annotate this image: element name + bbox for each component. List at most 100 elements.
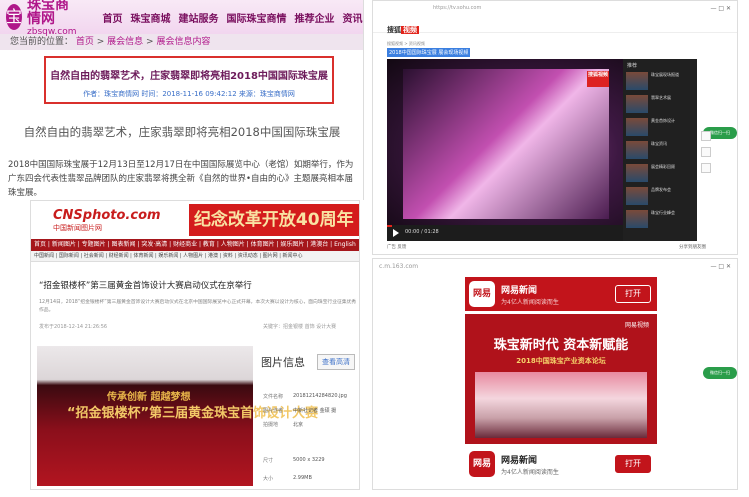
site-header: 宝 珠宝商情网 zbsqw.com 首页 珠宝商城 建站服务 国际珠宝商情 推荐… [0, 0, 363, 37]
thumbnail [626, 210, 648, 228]
brand-tag: 视频 [401, 26, 419, 34]
secondary-menu[interactable]: 中国新闻 | 国际新闻 | 社会新闻 | 财经新闻 | 体育新闻 | 娱乐新闻 … [31, 251, 359, 262]
breadcrumb-home[interactable]: 首页 [76, 37, 94, 47]
share-link[interactable]: 分享到朋友圈 [679, 244, 706, 250]
video-headline: 珠宝新时代 资本新赋能 [493, 338, 629, 353]
news-video[interactable]: 网易视频 珠宝新时代 资本新赋能 2018中国珠宝产业资本论坛 [465, 314, 657, 444]
tool-button[interactable] [701, 147, 711, 157]
list-item-title: 珠宝行业峰会 [651, 210, 675, 215]
thumbnail [626, 187, 648, 205]
nav-item-mall[interactable]: 珠宝商城 [130, 10, 170, 25]
article-keywords: 关键字：招金银楼 首饰 设计大赛 [263, 324, 337, 330]
article-title: 自然自由的翡翠艺术，庄家翡翠即将亮相2018中国国际珠宝展 [50, 71, 328, 82]
forum-stage-image [475, 372, 647, 438]
reform-banner: 纪念改革开放40周年 [188, 204, 359, 236]
breadcrumb[interactable]: 搜狐视频 > 资讯视频 [387, 41, 425, 47]
info-value: 5000 x 3229 [293, 457, 325, 463]
info-label: 拍摄地 [263, 422, 279, 428]
open-app-button[interactable]: 打开 [615, 455, 651, 473]
list-item[interactable]: 展会精彩回顾 [626, 164, 694, 184]
list-item-title: 翡翠艺术展 [651, 95, 671, 100]
site-logo[interactable]: 珠宝商情网 zbsqw.com [27, 0, 76, 37]
article-date: 发布于2018-12-14 21:26:56 [39, 324, 108, 330]
article-meta: 作者：珠宝商情网 时间：2018-11-16 09:42:12 来源：珠宝商情网 [83, 90, 295, 98]
breadcrumb-expo[interactable]: 展会信息 [107, 37, 143, 47]
time-display: 00:00 / 01:28 [405, 229, 439, 235]
info-label: 大小 [263, 476, 274, 482]
app-slogan: 为4亿人新闻阅读而生 [501, 469, 559, 476]
view-hd-button[interactable]: 查看高清 [317, 354, 355, 370]
video-title: 2018中国国际珠宝展 展会现场视频 [387, 48, 471, 57]
cns-logo[interactable]: CNSphoto.com 中国新闻图片网 [53, 208, 161, 233]
app-download-banner: 网易 网易新闻 为4亿人新闻阅读而生 打开 [465, 277, 657, 311]
info-value: 北京 [293, 422, 304, 428]
netease-logo-icon: 网易 [469, 281, 495, 307]
info-label: 尺寸 [263, 458, 274, 464]
play-icon[interactable] [393, 229, 399, 237]
list-item[interactable]: 珠宝行业峰会 [626, 210, 694, 230]
highlighted-title-box: 自然自由的翡翠艺术，庄家翡翠即将亮相2018中国国际珠宝展 作者：珠宝商情网 时… [44, 56, 334, 104]
article-subtitle: 自然自由的翡翠艺术，庄家翡翠即将亮相2018中国国际珠宝展 [23, 125, 341, 139]
info-value: 2.99MB [293, 475, 312, 481]
nav-item-companies[interactable]: 推荐企业 [294, 10, 334, 25]
photo-slogan: 传承创新 超越梦想 [107, 392, 191, 403]
thumbnail [626, 95, 648, 113]
nav-item-home[interactable]: 首页 [102, 10, 122, 25]
news-photo[interactable]: 传承创新 超越梦想 “招金银楼杯”第三届黄金珠宝首饰设计大赛 [37, 346, 318, 486]
list-item[interactable]: 翡翠艺术展 [626, 95, 694, 115]
zbsqw-page: 宝 珠宝商情网 zbsqw.com 首页 珠宝商城 建站服务 国际珠宝商情 推荐… [0, 0, 364, 200]
list-item-title: 品牌发布会 [651, 187, 671, 192]
nav-item-news[interactable]: 资讯 [342, 10, 362, 25]
wechat-scan-button[interactable]: 微信扫一扫 [703, 367, 737, 379]
article-title: “招金银楼杯”第三届黄金首饰设计大赛启动仪式在京举行 [39, 281, 252, 291]
breadcrumb: 您当前的位置： 首页 > 展会信息 > 展会信息内容 [0, 34, 363, 50]
cnsphoto-page: CNSphoto.com 中国新闻图片网 纪念改革开放40周年 首页 | 新闻图… [30, 200, 360, 490]
brand-name: 搜狐 [387, 26, 401, 34]
thumbnail [626, 141, 648, 159]
breadcrumb-label: 您当前的位置： [10, 37, 74, 47]
list-item[interactable]: 黄金首饰设计 [626, 118, 694, 138]
list-item-title: 珠宝展现场报道 [651, 72, 679, 77]
site-name: 珠宝商情网 [27, 0, 70, 27]
thumbnail [626, 72, 648, 90]
sidebar-heading: 推荐 [627, 63, 638, 69]
netease-logo-icon: 网易 [469, 451, 495, 477]
tool-button[interactable] [701, 163, 711, 173]
list-item[interactable]: 品牌发布会 [626, 187, 694, 207]
window-controls-icon[interactable]: — □ ✕ [710, 5, 731, 12]
thumbnail [626, 164, 648, 182]
image-info-title: 图片信息 [261, 356, 305, 369]
info-value: 中新社记者 金硕 摄 [293, 408, 337, 414]
app-slogan: 为4亿人新闻阅读而生 [501, 299, 559, 306]
app-name: 网易新闻 [501, 456, 538, 466]
open-app-button[interactable]: 打开 [615, 285, 651, 303]
address-bar[interactable]: https://tv.sohu.com [433, 5, 481, 11]
video-frame [403, 69, 609, 219]
window-controls-icon[interactable]: — □ ✕ [710, 263, 731, 270]
progress-bar[interactable] [387, 225, 392, 227]
list-item-title: 黄金首饰设计 [651, 118, 675, 123]
address-bar[interactable]: c.m.163.com [379, 263, 418, 270]
browser-topbar: https://tv.sohu.com — □ ✕ 搜狐 视频 [373, 1, 737, 35]
nav-item-site-service[interactable]: 建站服务 [178, 10, 218, 25]
nav-item-intl[interactable]: 国际珠宝商情 [226, 10, 286, 25]
sohu-logo[interactable]: 搜狐 视频 [387, 25, 419, 35]
recommend-sidebar: 推荐 珠宝展现场报道 翡翠艺术展 黄金首饰设计 珠宝资讯 展会精彩回顾 品牌发布… [623, 59, 697, 241]
cns-logo-text: CNSphoto.com [53, 207, 161, 223]
primary-menu[interactable]: 首页 | 新闻图片 | 专题图片 | 图表新闻 | 突发·高清 | 财经商业 |… [31, 239, 359, 251]
list-item-title: 展会精彩回顾 [651, 164, 675, 169]
footer-links[interactable]: 广告 反馈 [387, 244, 406, 250]
cns-logo-sub: 中国新闻图片网 [53, 223, 102, 232]
netease-news-page: c.m.163.com — □ ✕ 网易 网易新闻 为4亿人新闻阅读而生 打开 … [372, 258, 738, 490]
list-item[interactable]: 珠宝展现场报道 [626, 72, 694, 92]
video-player[interactable]: 搜狐视频 00:00 / 01:28 [387, 59, 623, 241]
breadcrumb-current[interactable]: 展会信息内容 [156, 37, 210, 47]
info-label: 文件名称 [263, 394, 284, 400]
sohu-video-page: https://tv.sohu.com — □ ✕ 搜狐 视频 搜狐视频 > 资讯… [372, 0, 738, 255]
main-nav: 首页 珠宝商城 建站服务 国际珠宝商情 推荐企业 资讯 展会 [102, 10, 363, 25]
thumbnail [626, 118, 648, 136]
list-item[interactable]: 珠宝资讯 [626, 141, 694, 161]
info-label: 图片作者 [263, 408, 284, 414]
site-logo-icon[interactable]: 宝 [6, 4, 23, 30]
tool-button[interactable] [701, 131, 711, 141]
